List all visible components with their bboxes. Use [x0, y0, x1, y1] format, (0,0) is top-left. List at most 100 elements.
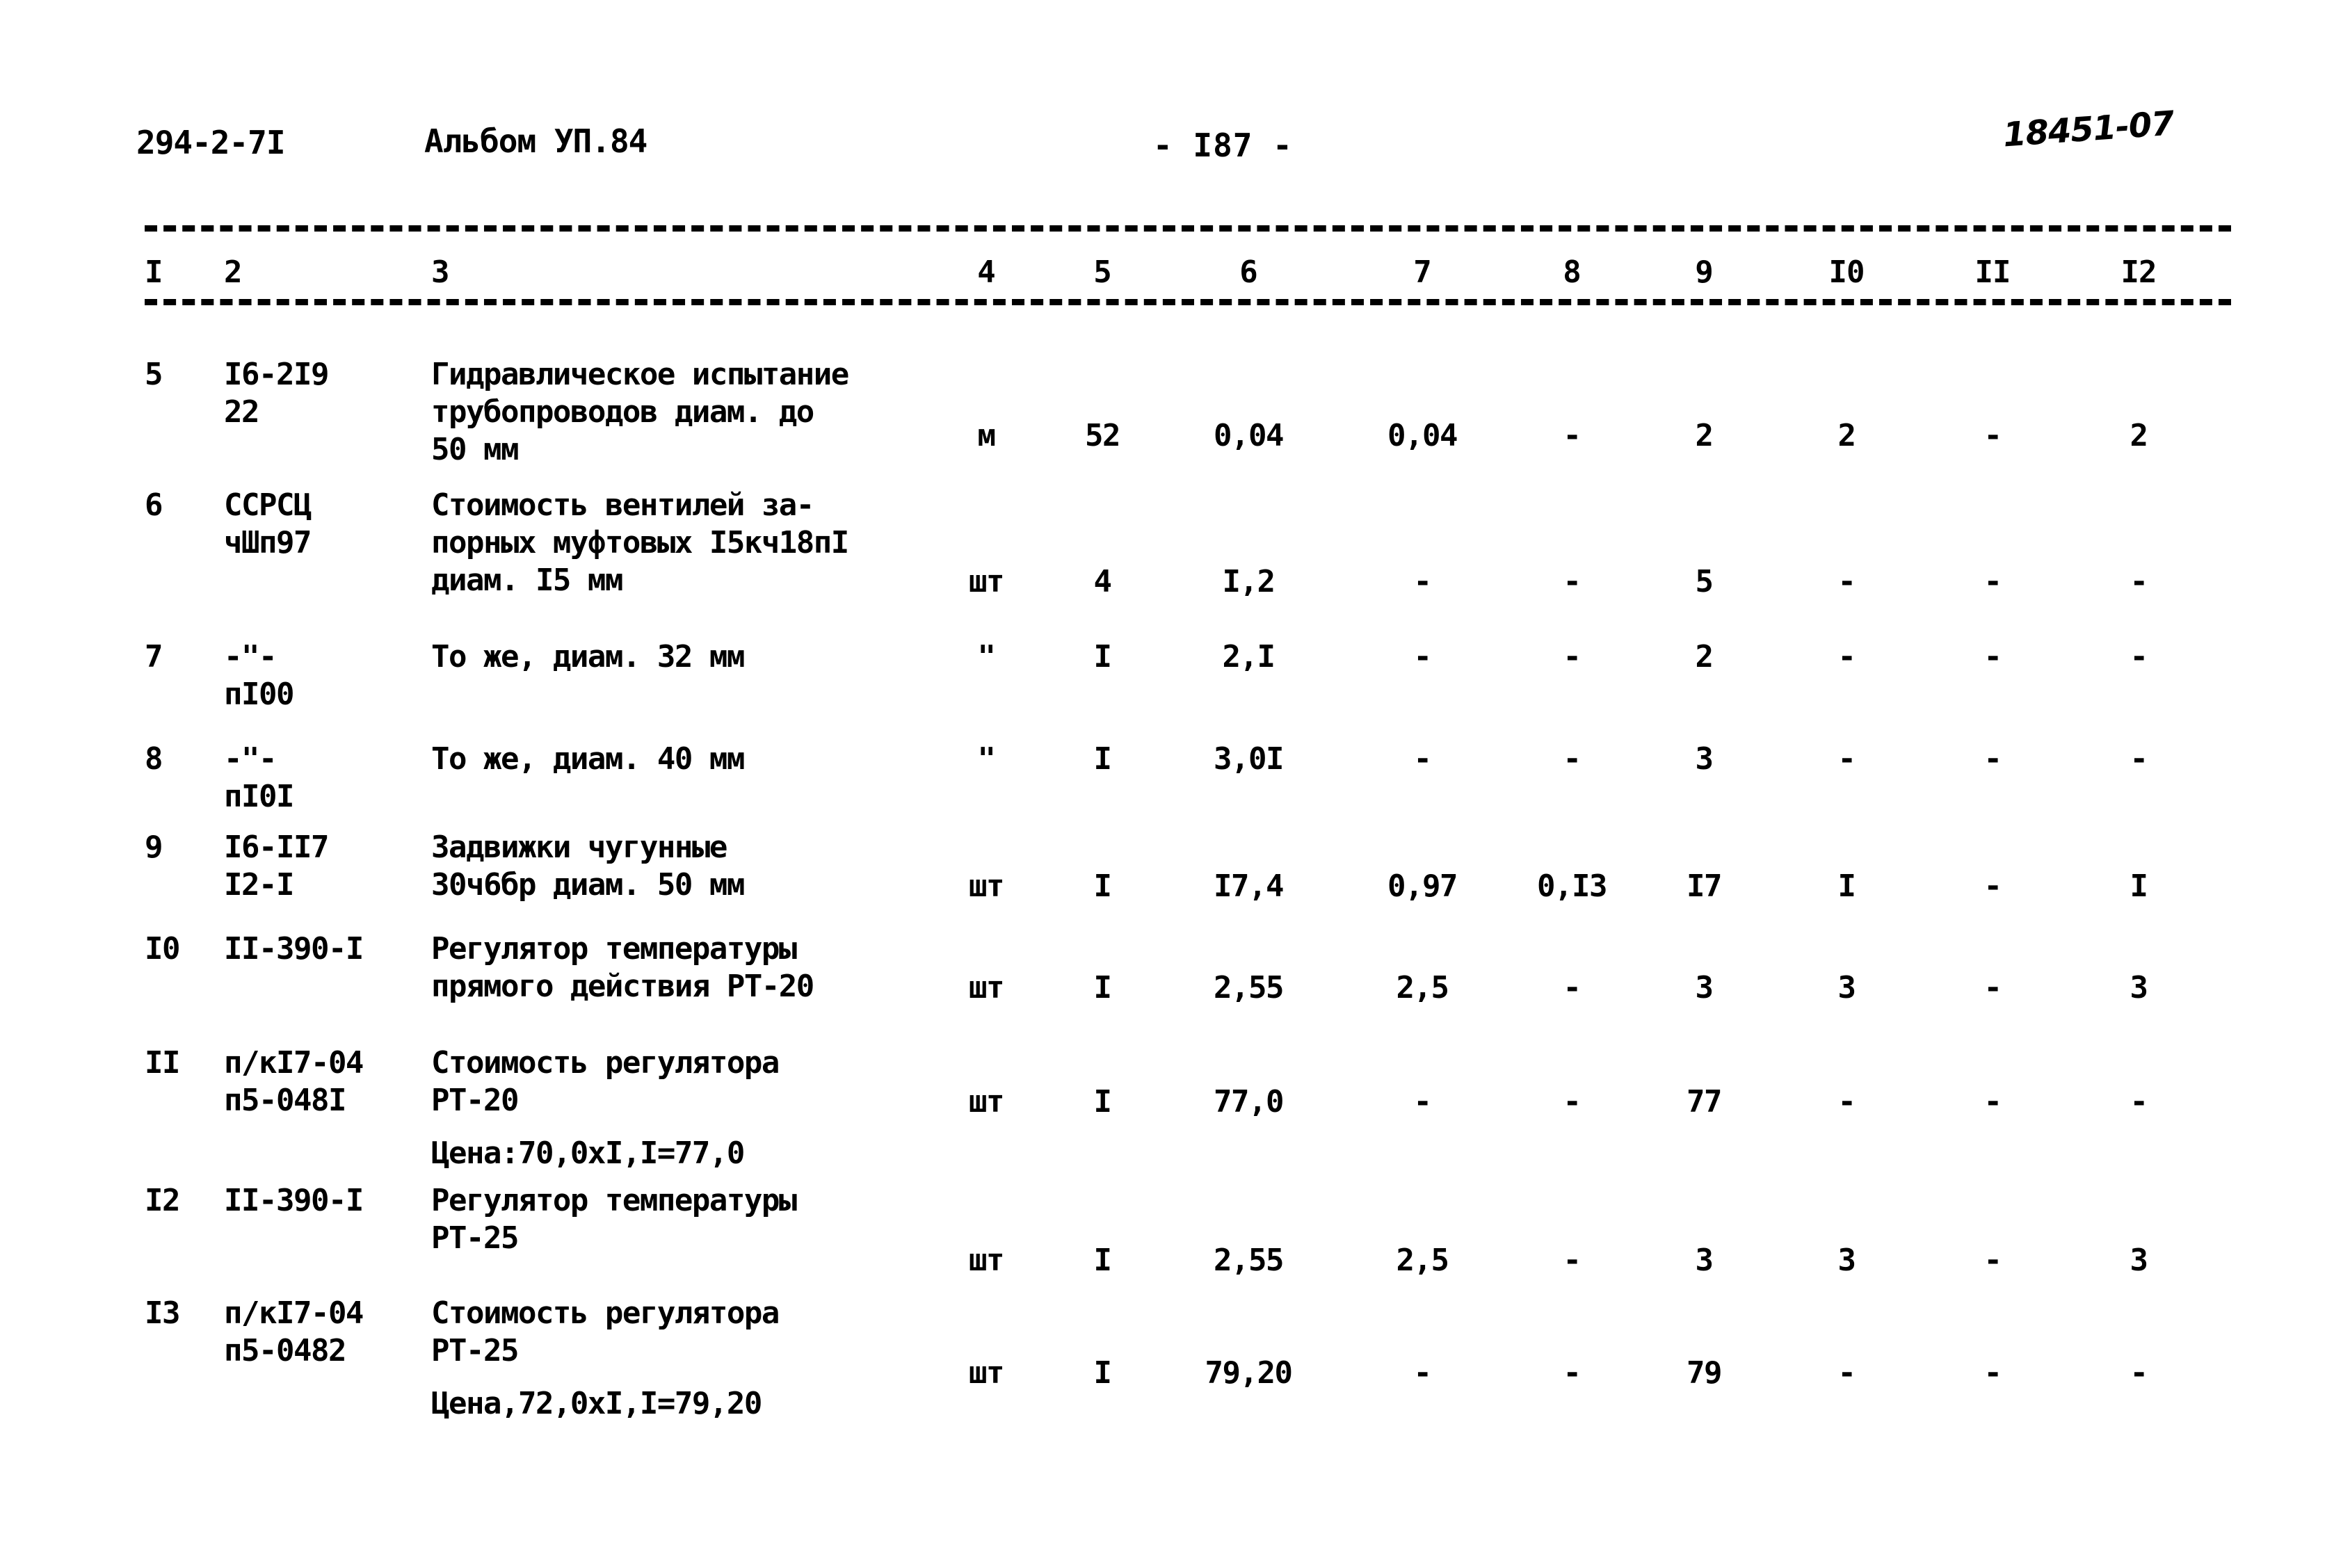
work-description: Стоимость регулятора РТ-25 Цена,72,0хI,I=7… [431, 1295, 780, 1423]
description-line: Гидравлическое испытание [431, 357, 849, 392]
description-line: Регулятор температуры [431, 1183, 797, 1218]
unit-of-measure: шт [969, 1084, 1004, 1120]
value-col-6: I7,4 [1214, 868, 1284, 904]
norm-code-line: II-390-I [224, 931, 364, 967]
value-col-12: 3 [2130, 970, 2149, 1005]
value-col-7: 2,5 [1396, 970, 1449, 1005]
value-col-5: I [1093, 1243, 1113, 1278]
description-line: РТ-25 [431, 1333, 519, 1368]
unit-of-measure: шт [969, 1355, 1004, 1391]
norm-code: II-390-I [224, 930, 364, 968]
row-number: II [145, 1045, 180, 1081]
value-col-11: - [1983, 418, 2003, 453]
value-col-11: - [1983, 1243, 2003, 1278]
value-col-10: I [1837, 868, 1857, 904]
price-calculation-note: Цена:70,0хI,I=77,0 [431, 1135, 745, 1171]
table-body: 5 I6-2I9 22 Гидравлическое испытание трубопр… [0, 0, 2350, 1568]
norm-code-line: -"- [224, 741, 277, 777]
value-col-12: - [2130, 1084, 2149, 1120]
value-col-9: 3 [1695, 741, 1714, 777]
unit-of-measure: " [977, 639, 997, 674]
value-col-7: - [1413, 564, 1433, 599]
norm-code-line: II-390-I [224, 1183, 364, 1218]
value-col-8: - [1563, 741, 1582, 777]
norm-code-line: I6-2I9 [224, 357, 329, 392]
work-description: Регулятор температуры РТ-25 [431, 1182, 797, 1257]
value-col-9: 5 [1695, 564, 1714, 599]
value-col-11: - [1983, 1084, 2003, 1120]
value-col-11: - [1983, 970, 2003, 1005]
norm-code: I6-II7 I2-I [224, 829, 329, 904]
norm-code-line: п5-048I [224, 1083, 346, 1118]
description-line: 30ч6бр диам. 50 мм [431, 867, 745, 903]
value-col-5: I [1093, 1355, 1113, 1391]
value-col-5: I [1093, 868, 1113, 904]
value-col-7: - [1413, 1084, 1433, 1120]
norm-code-line: п5-0482 [224, 1333, 346, 1368]
value-col-8: 0,I3 [1537, 868, 1607, 904]
unit-of-measure: шт [969, 1243, 1004, 1278]
value-col-6: 77,0 [1214, 1084, 1284, 1120]
work-description: Гидравлическое испытание трубопроводов ди… [431, 356, 849, 469]
value-col-11: - [1983, 1355, 2003, 1391]
value-col-5: 52 [1085, 418, 1120, 453]
description-line: 50 мм [431, 432, 519, 467]
work-description: Регулятор температуры прямого действия РТ… [431, 930, 814, 1005]
unit-of-measure: шт [969, 868, 1004, 904]
norm-code-line: I2-I [224, 867, 294, 903]
value-col-11: - [1983, 564, 2003, 599]
value-col-6: 2,55 [1214, 1243, 1284, 1278]
work-description: То же, диам. 32 мм [431, 638, 745, 676]
value-col-6: 0,04 [1214, 418, 1284, 453]
row-number: I2 [145, 1183, 180, 1218]
norm-code: ССРСЦ чШп97 [224, 487, 312, 562]
document-page: 294-2-7I Альбом УП.84 - I87 - 18451-07 I… [0, 0, 2350, 1568]
unit-of-measure: м [977, 418, 997, 453]
work-description: Стоимость вентилей за-порных муфтовых I5… [431, 487, 849, 599]
value-col-9: 77 [1687, 1084, 1722, 1120]
norm-code-line: ССРСЦ [224, 487, 312, 523]
value-col-11: - [1983, 741, 2003, 777]
value-col-8: - [1563, 418, 1582, 453]
value-col-8: - [1563, 970, 1582, 1005]
unit-of-measure: шт [969, 970, 1004, 1005]
norm-code-line: I6-II7 [224, 830, 329, 865]
value-col-10: 3 [1837, 1243, 1857, 1278]
value-col-12: - [2130, 639, 2149, 674]
row-number: I3 [145, 1295, 180, 1331]
value-col-8: - [1563, 1084, 1582, 1120]
description-line: Стоимость регулятора [431, 1045, 780, 1081]
price-calculation-note: Цена,72,0хI,I=79,20 [431, 1386, 762, 1421]
value-col-8: - [1563, 564, 1582, 599]
norm-code-line: -"- [224, 639, 277, 674]
row-number: 6 [145, 487, 163, 523]
value-col-10: - [1837, 741, 1857, 777]
value-col-9: 3 [1695, 1243, 1714, 1278]
norm-code-line: пI0I [224, 779, 294, 814]
value-col-7: 2,5 [1396, 1243, 1449, 1278]
value-col-12: - [2130, 741, 2149, 777]
value-col-7: - [1413, 741, 1433, 777]
norm-code-line: п/кI7-04 [224, 1295, 364, 1331]
value-col-10: - [1837, 1355, 1857, 1391]
description-line: Стоимость регулятора [431, 1295, 780, 1331]
description-line: трубопроводов диам. до [431, 394, 814, 430]
value-col-12: - [2130, 564, 2149, 599]
value-col-7: - [1413, 1355, 1433, 1391]
norm-code-line: 22 [224, 394, 259, 430]
value-col-9: 2 [1695, 639, 1714, 674]
value-col-10: - [1837, 1084, 1857, 1120]
description-line: То же, диам. 32 мм [431, 639, 745, 674]
value-col-8: - [1563, 639, 1582, 674]
row-number: 9 [145, 830, 163, 865]
description-line: РТ-20 [431, 1083, 519, 1118]
value-col-10: - [1837, 564, 1857, 599]
value-col-9: I7 [1687, 868, 1722, 904]
description-line: Стоимость вентилей за- [431, 487, 814, 523]
value-col-9: 79 [1687, 1355, 1722, 1391]
norm-code: -"- пI00 [224, 638, 294, 713]
value-col-6: 3,0I [1214, 741, 1284, 777]
norm-code-line: пI00 [224, 677, 294, 712]
value-col-12: 3 [2130, 1243, 2149, 1278]
value-col-9: 3 [1695, 970, 1714, 1005]
